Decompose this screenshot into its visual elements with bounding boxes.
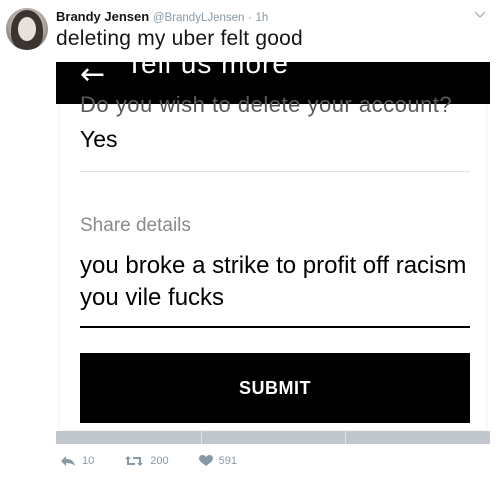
author-handle[interactable]: @BrandyLJensen: [153, 12, 245, 24]
retweet-action[interactable]: 200: [124, 455, 169, 467]
chevron-down-icon[interactable]: [474, 10, 486, 20]
tweet-text: deleting my uber felt good: [56, 27, 303, 50]
divider: [80, 171, 470, 172]
retweet-count: 200: [150, 455, 169, 467]
tweet-header: Brandy Jensen @BrandyLJensen · 1h: [56, 9, 268, 24]
author-name[interactable]: Brandy Jensen: [56, 9, 149, 24]
input-underline: [80, 326, 470, 328]
reply-count: 10: [82, 455, 95, 467]
reply-icon: [61, 456, 75, 466]
submit-button: SUBMIT: [80, 353, 470, 423]
like-count: 591: [218, 455, 237, 467]
strip-divider: [345, 431, 346, 444]
avatar[interactable]: [6, 8, 48, 50]
strip-divider: [201, 431, 202, 444]
reply-action[interactable]: 10: [60, 455, 94, 467]
avatar-face: [18, 17, 36, 41]
answer-value: Yes: [80, 126, 118, 152]
attached-image-card[interactable]: ← Tell us more Do you wish to delete you…: [56, 62, 490, 444]
share-details-value: you broke a strike to profit off racism …: [80, 252, 467, 311]
tweet-actions: 10 200 591: [60, 455, 267, 467]
form-panel: Do you wish to delete your account? Yes …: [60, 92, 486, 430]
retweet-icon: [125, 456, 144, 466]
like-action[interactable]: 591: [198, 455, 237, 467]
question-text: Do you wish to delete your account?: [80, 92, 453, 117]
meta-separator: ·: [248, 12, 252, 24]
heart-icon: [198, 455, 213, 466]
tweet-timestamp[interactable]: 1h: [256, 12, 269, 24]
share-details-label: Share details: [80, 215, 191, 236]
card-header-title: Tell us more: [126, 62, 289, 79]
back-arrow-icon: ←: [80, 62, 106, 92]
bottom-strip: [56, 431, 490, 444]
